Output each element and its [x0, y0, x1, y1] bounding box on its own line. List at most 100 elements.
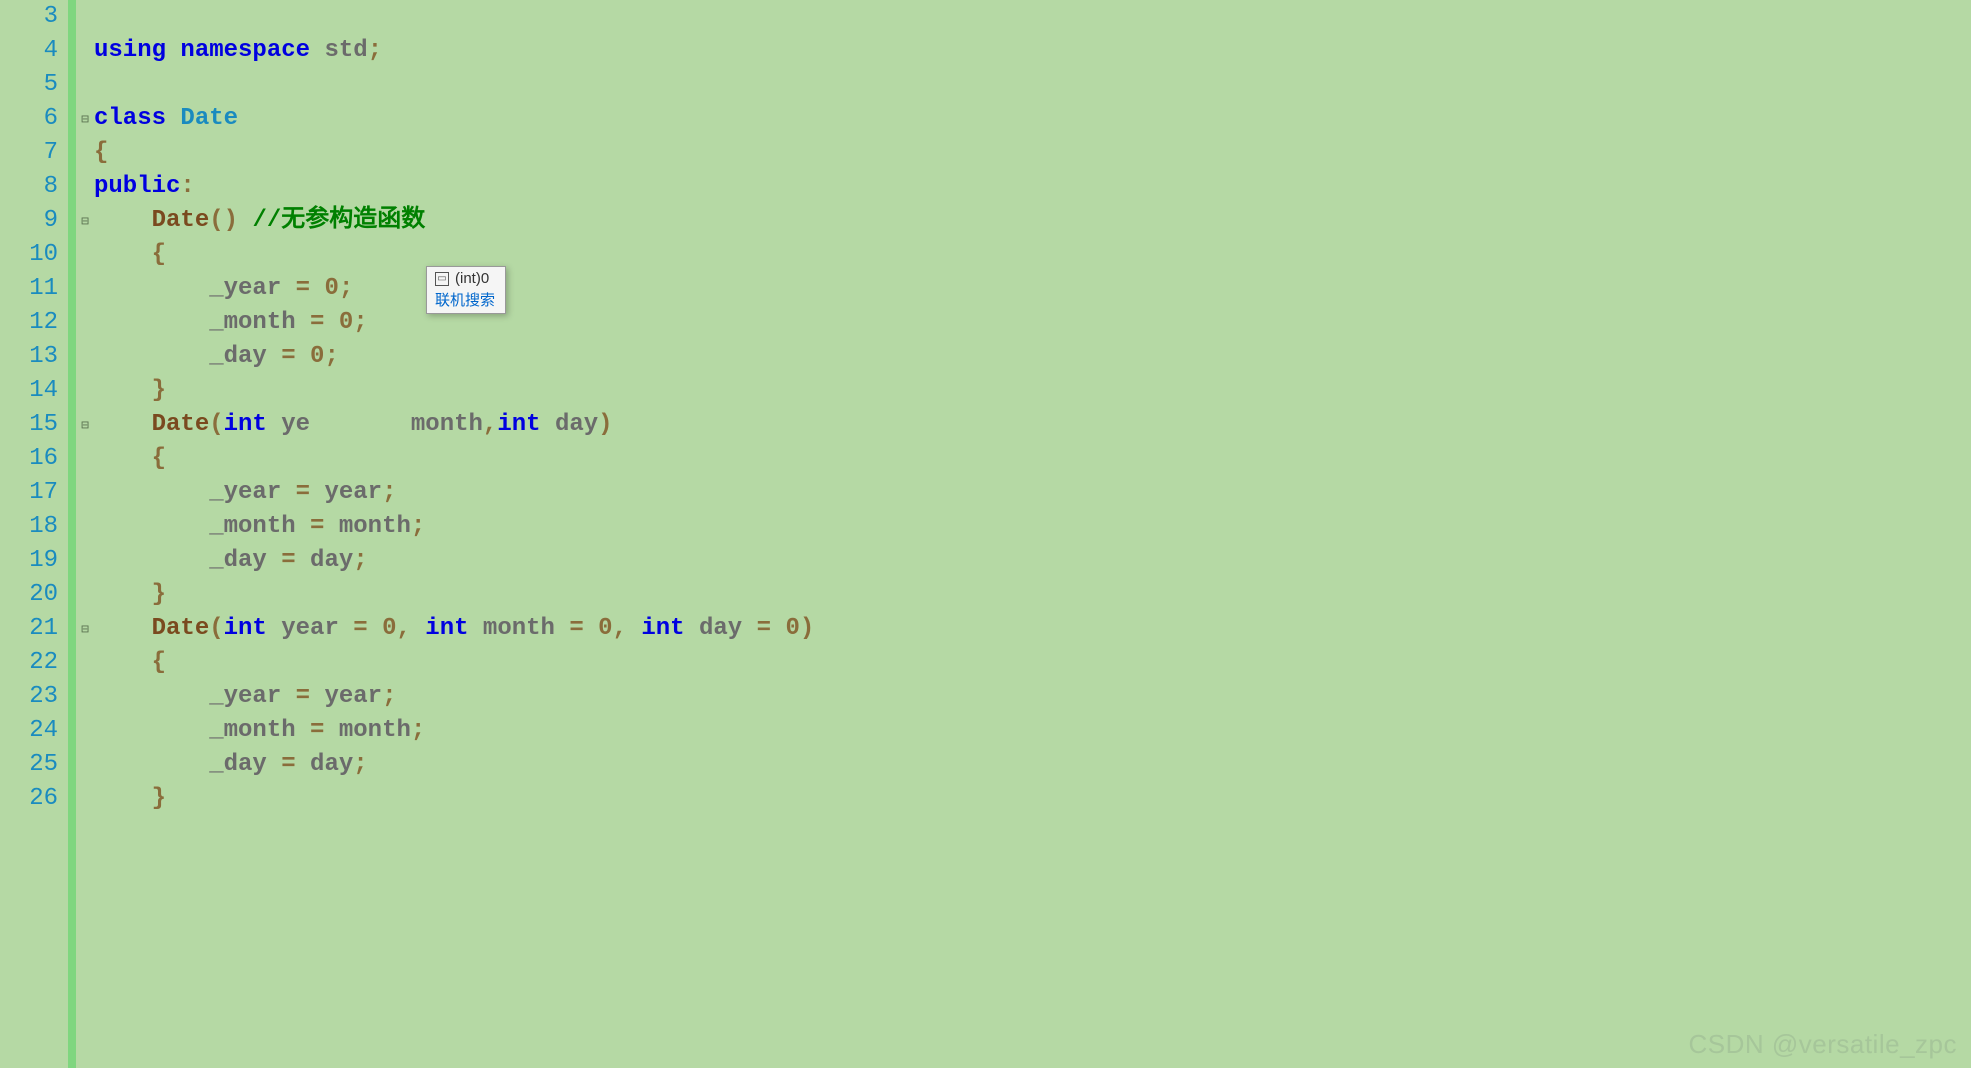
semicolon: ;	[353, 547, 367, 574]
code-line[interactable]: Date() //无参构造函数	[94, 204, 1971, 238]
line-number: 3	[0, 0, 58, 34]
line-number: 10	[0, 238, 58, 272]
class-name: Date	[180, 105, 238, 132]
assign-op: =	[353, 615, 367, 642]
line-number: 26	[0, 782, 58, 816]
code-line[interactable]: }	[94, 782, 1971, 816]
code-line[interactable]: }	[94, 578, 1971, 612]
line-number: 16	[0, 442, 58, 476]
number-literal: 0	[598, 615, 612, 642]
number-literal: 0	[382, 615, 396, 642]
semicolon: ;	[411, 717, 425, 744]
member-var: _day	[209, 751, 267, 778]
code-line[interactable]: _month = month;	[94, 510, 1971, 544]
paren: ()	[209, 207, 238, 234]
code-line[interactable]: {	[94, 238, 1971, 272]
member-var: _month	[209, 309, 295, 336]
param: ye	[281, 411, 310, 438]
line-number: 8	[0, 170, 58, 204]
comma: ,	[483, 411, 497, 438]
line-number: 4	[0, 34, 58, 68]
line-number: 11	[0, 272, 58, 306]
comma: ,	[613, 615, 627, 642]
code-area[interactable]: using namespace std; class Date { public…	[94, 0, 1971, 1068]
member-var: _month	[209, 717, 295, 744]
code-line[interactable]	[94, 0, 1971, 34]
semicolon: ;	[339, 275, 353, 302]
assign-op: =	[281, 547, 295, 574]
fold-toggle-icon[interactable]: ⊟	[79, 217, 91, 229]
line-number: 7	[0, 136, 58, 170]
assign-op: =	[310, 309, 324, 336]
param: day	[555, 411, 598, 438]
assign-op: =	[569, 615, 583, 642]
line-number: 13	[0, 340, 58, 374]
semicolon: ;	[353, 309, 367, 336]
code-line[interactable]: _month = month;	[94, 714, 1971, 748]
member-var: _year	[209, 479, 281, 506]
code-line[interactable]: {	[94, 442, 1971, 476]
code-line[interactable]: _day = 0;	[94, 340, 1971, 374]
code-line[interactable]: {	[94, 646, 1971, 680]
code-line[interactable]: using namespace std;	[94, 34, 1971, 68]
identifier: day	[310, 547, 353, 574]
hover-tooltip: ▭ (int)0 联机搜索	[426, 266, 506, 314]
code-line[interactable]: _day = day;	[94, 748, 1971, 782]
assign-op: =	[757, 615, 771, 642]
tooltip-type-text: (int)0	[455, 270, 489, 287]
number-literal: 0	[324, 275, 338, 302]
assign-op: =	[296, 683, 310, 710]
keyword-public: public	[94, 173, 180, 200]
code-line[interactable]: public:	[94, 170, 1971, 204]
line-number: 25	[0, 748, 58, 782]
member-var: _year	[209, 683, 281, 710]
param: month	[411, 411, 483, 438]
comment: //无参构造函数	[252, 207, 425, 234]
code-line[interactable]: _year = 0;	[94, 272, 1971, 306]
line-number: 19	[0, 544, 58, 578]
keyword-int: int	[641, 615, 684, 642]
code-line[interactable]: }	[94, 374, 1971, 408]
identifier: month	[339, 717, 411, 744]
semicolon: ;	[353, 751, 367, 778]
number-literal: 0	[785, 615, 799, 642]
line-number: 15	[0, 408, 58, 442]
line-number-gutter: 3456789101112131415161718192021222324252…	[0, 0, 68, 1068]
semicolon: ;	[411, 513, 425, 540]
assign-op: =	[296, 275, 310, 302]
line-number: 5	[0, 68, 58, 102]
code-line[interactable]: _year = year;	[94, 476, 1971, 510]
code-line[interactable]: _month = 0;	[94, 306, 1971, 340]
tooltip-search-row[interactable]: 联机搜索	[427, 288, 505, 311]
line-number: 9	[0, 204, 58, 238]
code-line[interactable]: {	[94, 136, 1971, 170]
constructor-name: Date	[152, 411, 210, 438]
assign-op: =	[281, 751, 295, 778]
fold-toggle-icon[interactable]: ⊟	[79, 421, 91, 433]
assign-op: =	[296, 479, 310, 506]
brace-open: {	[152, 649, 166, 676]
line-number: 24	[0, 714, 58, 748]
line-number: 6	[0, 102, 58, 136]
code-line[interactable]: _day = day;	[94, 544, 1971, 578]
code-line[interactable]: Date(int ye month,int day)	[94, 408, 1971, 442]
paren: )	[800, 615, 814, 642]
keyword-int: int	[425, 615, 468, 642]
code-line[interactable]: _year = year;	[94, 680, 1971, 714]
member-var: _day	[209, 547, 267, 574]
fold-toggle-icon[interactable]: ⊟	[79, 115, 91, 127]
assign-op: =	[310, 513, 324, 540]
tooltip-search-link[interactable]: 联机搜索	[435, 289, 495, 310]
paren: (	[209, 615, 223, 642]
member-var: _year	[209, 275, 281, 302]
code-line[interactable]	[94, 68, 1971, 102]
code-line[interactable]: class Date	[94, 102, 1971, 136]
param: year	[281, 615, 339, 642]
code-editor[interactable]: 3456789101112131415161718192021222324252…	[0, 0, 1971, 1068]
param: day	[699, 615, 742, 642]
identifier: month	[339, 513, 411, 540]
fold-toggle-icon[interactable]: ⊟	[79, 625, 91, 637]
colon: :	[180, 173, 194, 200]
code-line[interactable]: Date(int year = 0, int month = 0, int da…	[94, 612, 1971, 646]
keyword-int: int	[497, 411, 540, 438]
